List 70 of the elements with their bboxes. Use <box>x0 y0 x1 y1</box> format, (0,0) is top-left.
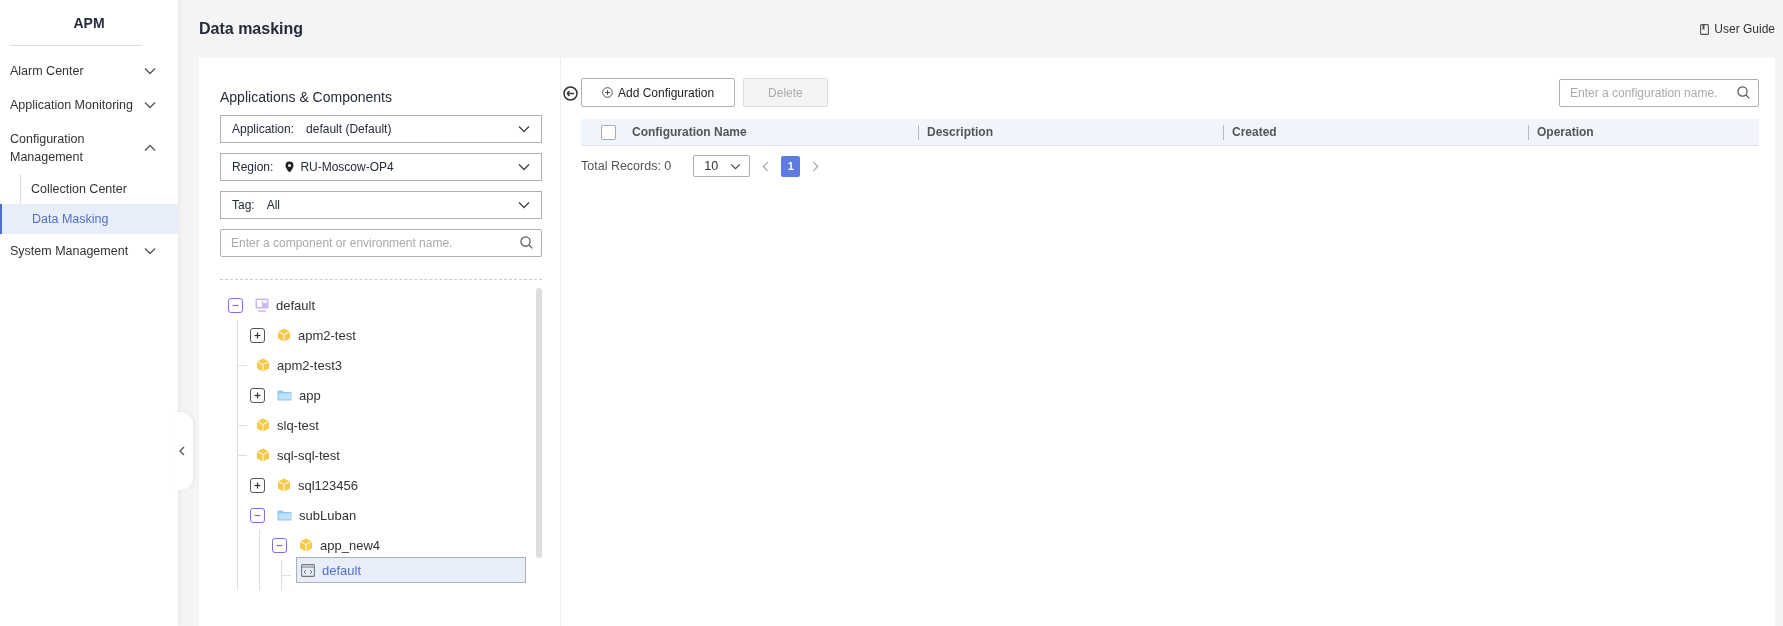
tree-node[interactable]: default <box>296 557 526 583</box>
toggle-button[interactable] <box>250 387 265 403</box>
tree-node[interactable]: app_new4 <box>295 533 384 557</box>
chevron-icon <box>144 101 156 109</box>
cube-icon <box>277 478 291 492</box>
code-window-icon <box>301 563 315 577</box>
filter-select[interactable]: Region: RU-Moscow-OP4 <box>220 153 542 181</box>
column-header: Operation <box>1528 124 1759 140</box>
nav-item[interactable]: System Management <box>0 234 178 268</box>
folder-icon <box>277 509 292 521</box>
tree-node[interactable]: sql-sql-test <box>252 443 344 467</box>
user-guide-link[interactable]: User Guide <box>1700 22 1775 36</box>
plus-icon <box>253 480 262 490</box>
filter-select[interactable]: Application: default (Default) <box>220 115 542 143</box>
sidebar-title: APM <box>72 14 106 33</box>
toggle-button[interactable] <box>250 507 265 523</box>
nav-item[interactable]: Configuration Management <box>0 122 178 174</box>
collapse-icon[interactable] <box>562 86 578 101</box>
page-title: Data masking <box>199 20 305 38</box>
page-number[interactable]: 1 <box>781 155 801 177</box>
plus-circle-icon <box>602 87 613 98</box>
chevron-down-icon <box>518 125 530 133</box>
nav-subitem[interactable]: Data Masking <box>0 204 178 234</box>
plus-icon <box>253 390 262 400</box>
page-size-select[interactable]: 10 <box>693 155 751 177</box>
tree-node[interactable]: subLuban <box>273 503 361 527</box>
toggle-button[interactable] <box>272 537 287 553</box>
tree-node[interactable]: default <box>251 293 320 317</box>
add-configuration-button[interactable]: Add Configuration <box>581 78 736 107</box>
previous-page-icon[interactable] <box>762 160 770 172</box>
chevron-icon <box>144 247 156 255</box>
filter-select[interactable]: Tag: All <box>220 191 542 219</box>
select-all-checkbox[interactable] <box>601 124 616 140</box>
chevron-left-icon <box>178 446 185 456</box>
chevron-down-icon <box>518 163 530 171</box>
nav-item[interactable]: Application Monitoring <box>0 88 178 122</box>
cube-icon <box>256 448 270 462</box>
dashboard-icon <box>255 298 269 312</box>
nav-item[interactable]: Alarm Center <box>0 54 178 88</box>
chevron-icon <box>144 67 156 75</box>
toggle-button[interactable] <box>250 327 265 343</box>
cube-icon <box>299 538 313 552</box>
cube-icon <box>277 328 291 342</box>
search-icon <box>1737 85 1750 99</box>
collapse-handle[interactable] <box>170 412 193 490</box>
cube-icon <box>256 418 270 432</box>
tree-node[interactable]: apm2-test3 <box>252 353 347 377</box>
book-icon <box>1700 23 1710 35</box>
folder-icon <box>277 389 292 401</box>
search-field[interactable]: Enter a component or environment name. <box>220 229 542 257</box>
chevron-down-icon <box>518 201 530 209</box>
toggle-button[interactable] <box>250 477 265 493</box>
chevron-down-icon <box>730 162 742 170</box>
location-pin-icon <box>285 161 295 173</box>
panel-title: Applications & Components <box>220 89 393 105</box>
search-field[interactable]: Enter a configuration name. <box>1559 78 1759 107</box>
column-header: Created <box>1223 124 1528 140</box>
plus-icon <box>253 330 262 340</box>
search-icon <box>520 236 533 249</box>
column-header: Configuration Name <box>632 124 748 140</box>
column-header: Description <box>918 124 1223 140</box>
total-records: Total Records: 0 <box>581 159 672 173</box>
next-page-icon[interactable] <box>812 160 820 172</box>
chevron-icon <box>144 144 156 152</box>
tree-node[interactable]: app <box>273 383 325 407</box>
tree-node[interactable]: sql123456 <box>273 473 362 497</box>
cube-icon <box>256 358 270 372</box>
toggle-button[interactable] <box>228 297 243 313</box>
tree-node[interactable]: slq-test <box>252 413 323 437</box>
tree-node[interactable]: apm2-test <box>273 323 360 347</box>
